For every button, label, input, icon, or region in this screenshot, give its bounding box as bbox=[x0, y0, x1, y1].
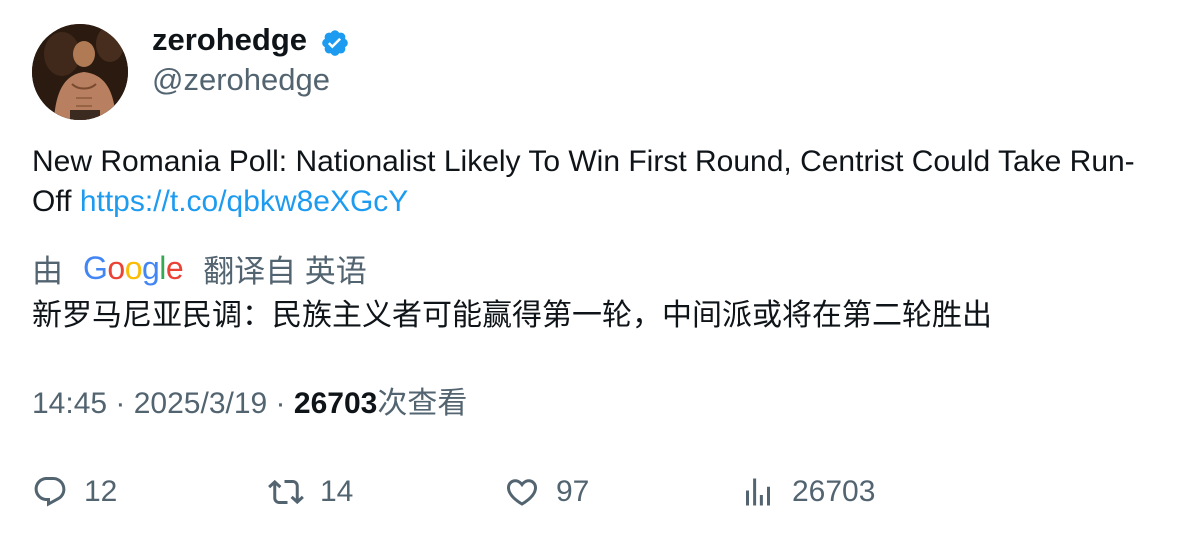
tweet-date[interactable]: 2025/3/19 bbox=[134, 387, 267, 420]
tweet-link[interactable]: https://t.co/qbkw8eXGcY bbox=[80, 185, 409, 218]
translation-prefix: 由 bbox=[32, 253, 63, 289]
like-button[interactable]: 97 bbox=[504, 470, 589, 514]
tweet-card: zerohedge @zerohedge New Romania Poll: N… bbox=[0, 0, 1196, 538]
avatar[interactable] bbox=[32, 24, 128, 120]
display-name[interactable]: zerohedge bbox=[152, 22, 307, 58]
like-count: 97 bbox=[556, 475, 590, 508]
tweet-meta: 14:45 · 2025/3/19 · 26703次查看 bbox=[32, 384, 467, 424]
tweet-text: New Romania Poll: Nationalist Likely To … bbox=[32, 142, 1162, 222]
meta-separator: · bbox=[267, 387, 294, 420]
google-logo[interactable]: Google bbox=[83, 250, 184, 287]
retweet-count: 14 bbox=[320, 475, 354, 508]
translation-suffix[interactable]: 翻译自 英语 bbox=[203, 246, 367, 291]
user-handle[interactable]: @zerohedge bbox=[152, 62, 330, 98]
translated-text: 新罗马尼亚民调：民族主义者可能赢得第一轮，中间派或将在第二轮胜出 bbox=[32, 299, 992, 332]
views-total: 26703 bbox=[792, 475, 876, 508]
views-label: 次查看 bbox=[377, 387, 468, 420]
reply-count: 12 bbox=[84, 475, 118, 508]
action-bar: 12 14 97 26703 bbox=[0, 470, 1196, 514]
views-button[interactable]: 26703 bbox=[740, 470, 875, 514]
views-chart-icon bbox=[746, 478, 770, 506]
retweet-icon bbox=[268, 479, 304, 505]
translation-attribution: 由 Google 翻译自 英语 bbox=[32, 246, 367, 290]
verified-badge-icon bbox=[322, 30, 348, 56]
reply-button[interactable]: 12 bbox=[32, 470, 117, 514]
meta-separator: · bbox=[107, 387, 134, 420]
heart-icon bbox=[506, 479, 538, 506]
retweet-button[interactable]: 14 bbox=[268, 470, 353, 514]
tweet-time[interactable]: 14:45 bbox=[32, 387, 107, 420]
views-count: 26703 bbox=[293, 387, 378, 420]
reply-icon bbox=[34, 477, 66, 507]
